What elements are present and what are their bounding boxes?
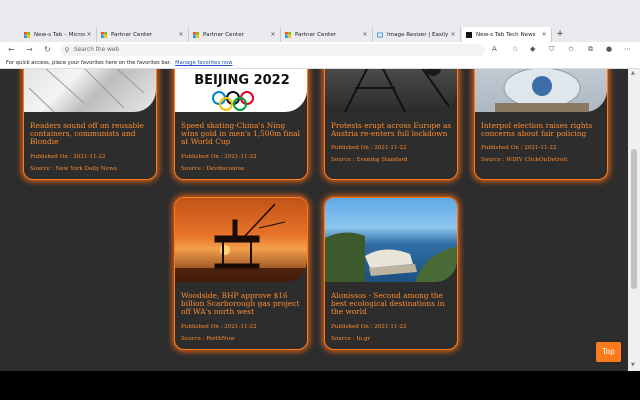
- read-aloud-icon[interactable]: A: [492, 42, 497, 57]
- tab-title: Partner Center: [295, 31, 336, 38]
- published-date: Published On : 2021-11-22: [181, 323, 257, 330]
- scroll-up-icon[interactable]: ▲: [631, 70, 635, 76]
- article-title[interactable]: Interpol election raises rights concerns…: [481, 121, 602, 138]
- tab-partner-center-1[interactable]: Partner Center ×: [97, 27, 189, 42]
- new-tab-button[interactable]: +: [555, 27, 565, 42]
- window-titlebar: [0, 0, 640, 45]
- article-title[interactable]: Speed skating-China's Ning wins gold in …: [181, 121, 302, 147]
- published-date: Published On : 2021-11-22: [481, 145, 557, 152]
- article-image: [325, 69, 457, 112]
- close-icon[interactable]: ×: [269, 31, 277, 38]
- image-icon: [377, 32, 383, 38]
- tab-title: New-s Tab – Microsoft Edge: [34, 31, 85, 38]
- article-title[interactable]: Alonissos - Second among the best ecolog…: [331, 291, 452, 317]
- article-image: [325, 198, 457, 282]
- tab-newstab-edge[interactable]: New-s Tab – Microsoft Edge ×: [20, 27, 97, 42]
- close-icon[interactable]: ×: [449, 31, 457, 38]
- article-title[interactable]: Protests erupt across Europe as Austria …: [331, 121, 452, 138]
- page-scrollbar[interactable]: ▲ ▼: [628, 69, 640, 371]
- article-source: Source : Devdiscourse: [181, 165, 245, 172]
- published-date: Published On : 2021-11-22: [331, 145, 407, 152]
- article-source: Source : New York Daily News: [30, 165, 117, 172]
- tab-newstab-technews[interactable]: New-s Tab Tech News ×: [462, 27, 552, 42]
- search-icon: ⚲: [64, 45, 70, 54]
- article-image: [475, 69, 607, 112]
- scrollbar-thumb[interactable]: [631, 149, 637, 289]
- search-placeholder: Search the web: [74, 46, 120, 53]
- published-date: Published On : 2021-11-22: [331, 323, 407, 330]
- article-source: Source : In.gr: [331, 335, 371, 342]
- windows-icon: [193, 31, 199, 38]
- back-icon[interactable]: ←: [8, 42, 15, 57]
- published-date: Published On : 2021-11-22: [30, 153, 106, 160]
- close-icon[interactable]: ×: [177, 31, 185, 38]
- favorites-hint: For quick access, place your favorites h…: [6, 60, 172, 66]
- published-date: Published On : 2021-11-22: [181, 153, 257, 160]
- refresh-icon[interactable]: ↻: [44, 42, 51, 57]
- close-icon[interactable]: ×: [85, 31, 93, 38]
- article-image: BEIJING 2022: [175, 69, 307, 112]
- news-page: Readers sound off on reusable containers…: [0, 69, 628, 371]
- tab-image-resizer[interactable]: Image Resizer | Easily Resize ×: [373, 27, 461, 42]
- favorite-star-icon[interactable]: ☆: [512, 42, 518, 57]
- manage-favorites-link[interactable]: Manage favorites now: [175, 60, 232, 66]
- favorites-bar: For quick access, place your favorites h…: [0, 57, 640, 69]
- article-source: Source : Evening Standard: [331, 157, 408, 164]
- collections-icon[interactable]: ⧉: [588, 42, 593, 57]
- favorites-icon[interactable]: ✩: [568, 42, 574, 57]
- article-source: Source : PerthNow: [181, 335, 235, 342]
- profile-icon[interactable]: ●: [606, 42, 612, 57]
- close-icon[interactable]: ×: [361, 31, 369, 38]
- article-image: [24, 69, 156, 112]
- tab-partner-center-3[interactable]: Partner Center ×: [281, 27, 373, 42]
- scroll-down-icon[interactable]: ▼: [631, 362, 635, 368]
- tab-title: Partner Center: [111, 31, 152, 38]
- extension-icon[interactable]: ◆: [530, 42, 535, 57]
- tab-strip: New-s Tab – Microsoft Edge × Partner Cen…: [0, 27, 640, 65]
- search-input[interactable]: ⚲ Search the web: [60, 43, 485, 56]
- screen-bottom-strip: [0, 371, 640, 400]
- article-title[interactable]: Woodside, BHP approve $16 billion Scarbo…: [181, 291, 302, 317]
- shield-icon[interactable]: ⛉: [549, 42, 554, 57]
- tab-title: Image Resizer | Easily Resize: [387, 31, 449, 38]
- tab-partner-center-2[interactable]: Partner Center ×: [189, 27, 281, 42]
- article-source: Source : WDIV ClickOnDetroit: [481, 157, 568, 164]
- news-card[interactable]: Interpol election raises rights concerns…: [474, 69, 608, 180]
- article-image: [175, 198, 307, 282]
- news-card[interactable]: Woodside, BHP approve $16 billion Scarbo…: [174, 197, 308, 350]
- windows-icon: [101, 31, 107, 38]
- news-card[interactable]: Alonissos - Second among the best ecolog…: [324, 197, 458, 350]
- close-icon[interactable]: ×: [540, 31, 548, 38]
- windows-icon: [285, 31, 291, 38]
- forward-icon[interactable]: →: [26, 42, 33, 57]
- address-bar: ← → ↻ ⚲ Search the web A ☆ ◆ ⛉ ✩ ⧉ ● ⋯: [0, 42, 640, 57]
- beijing-2022-logo: BEIJING 2022: [194, 73, 290, 88]
- news-card[interactable]: BEIJING 2022 Speed skating-China's Ning …: [174, 69, 308, 180]
- tab-title: New-s Tab Tech News: [476, 31, 536, 38]
- news-card[interactable]: Readers sound off on reusable containers…: [23, 69, 157, 180]
- back-to-top-button[interactable]: Top: [596, 342, 621, 362]
- news-card[interactable]: Protests erupt across Europe as Austria …: [324, 69, 458, 180]
- newstab-logo-icon: [466, 31, 472, 38]
- windows-icon: [24, 31, 30, 38]
- tab-title: Partner Center: [203, 31, 244, 38]
- article-title[interactable]: Readers sound off on reusable containers…: [30, 121, 151, 147]
- more-menu-icon[interactable]: ⋯: [624, 42, 631, 57]
